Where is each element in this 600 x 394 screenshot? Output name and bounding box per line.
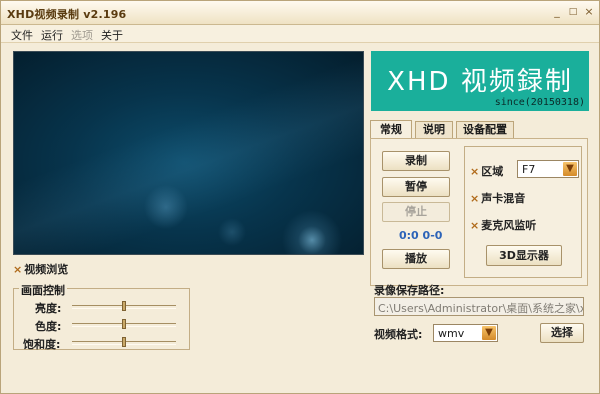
brightness-slider[interactable] [72,301,176,311]
check-mark-icon: × [13,263,23,276]
soundcard-mix-checkbox[interactable]: × 声卡混音 [470,190,525,206]
check-mark-icon: × [470,219,480,232]
preview-label: 视频浏览 [24,263,69,276]
maximize-button[interactable]: □ [567,6,579,18]
format-value: wmv [438,327,465,340]
title-bar: XHD视频录制 v2.196 _ □ × [1,1,599,25]
preview-glow [14,52,363,254]
check-mark-icon: × [470,192,480,205]
brightness-thumb[interactable] [122,301,126,311]
minimize-button[interactable]: _ [551,6,563,18]
app-window: XHD视频录制 v2.196 _ □ × 文件 运行 选项 关于 XHD 视频録… [0,0,600,394]
stop-button[interactable]: 停止 [382,202,450,222]
format-select[interactable]: wmv ▼ [433,324,498,342]
close-button[interactable]: × [583,6,595,18]
logo-since: since(20150318) [494,97,585,108]
play-button[interactable]: 播放 [382,249,450,269]
choose-folder-button[interactable]: 选择 [540,323,584,343]
menu-options[interactable]: 选项 [71,27,93,43]
region-hotkey-select[interactable]: F7 ▼ [517,160,579,178]
pause-button[interactable]: 暂停 [382,177,450,197]
3d-display-button[interactable]: 3D显示器 [486,245,562,266]
color-thumb[interactable] [122,319,126,329]
saturation-slider[interactable] [72,337,176,347]
color-label: 色度: [35,320,62,333]
menu-file[interactable]: 文件 [11,27,33,43]
region-hotkey-value: F7 [522,163,536,176]
soundcard-mix-label: 声卡混音 [481,192,526,205]
menu-run[interactable]: 运行 [41,27,63,43]
tab-help[interactable]: 说明 [415,121,453,139]
brightness-label: 亮度: [35,302,62,315]
region-checkbox[interactable]: × 区域 [470,163,503,179]
tab-general[interactable]: 常规 [370,120,412,139]
brand-logo: XHD 视频録制 since(20150318) [371,51,589,111]
mic-monitor-checkbox[interactable]: × 麦克风监听 [470,217,536,233]
saturation-thumb[interactable] [122,337,126,347]
window-title: XHD视频录制 v2.196 [7,8,127,21]
region-label: 区域 [481,165,504,178]
record-button[interactable]: 录制 [382,151,450,171]
save-path-label: 录像保存路径: [374,284,445,297]
menu-bar: 文件 运行 选项 关于 [1,25,599,43]
video-preview [13,51,364,255]
arrow-down-icon: ▼ [482,326,496,340]
logo-text: XHD 视频録制 [387,67,573,97]
mic-monitor-label: 麦克风监听 [481,219,537,232]
menu-about[interactable]: 关于 [101,27,123,43]
color-slider[interactable] [72,319,176,329]
save-path-field[interactable]: C:\Users\Administrator\桌面\系统之家\x [374,297,584,316]
preview-checkbox[interactable]: × 视频浏览 [13,261,68,277]
tab-device-config[interactable]: 设备配置 [456,121,514,139]
saturation-label: 饱和度: [23,338,61,351]
time-counter: 0:0 0-0 [399,229,443,242]
format-label: 视频格式: [374,328,423,341]
arrow-down-icon: ▼ [563,162,577,176]
image-control-title: 画面控制 [19,282,67,298]
check-mark-icon: × [470,165,480,178]
